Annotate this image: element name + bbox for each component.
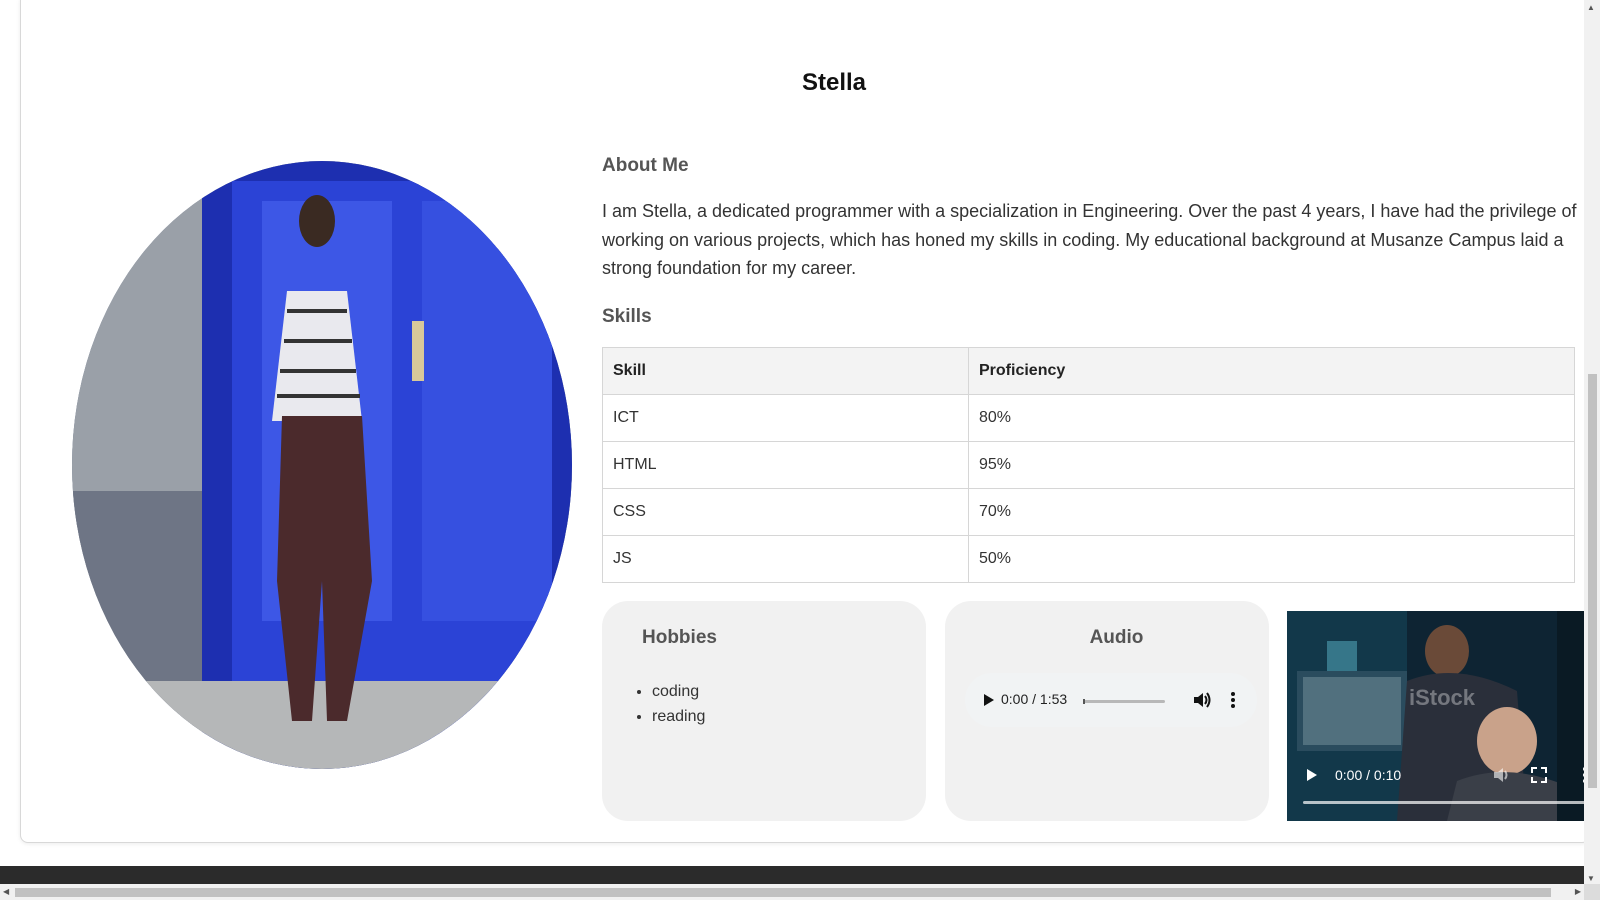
video-watermark: iStock [1409, 685, 1476, 710]
audio-seek-thumb[interactable] [1083, 699, 1085, 704]
audio-heading: Audio [1089, 627, 1144, 648]
proficiency-cell: 50% [968, 535, 1575, 583]
more-vertical-icon[interactable] [1223, 690, 1243, 710]
proficiency-cell: 80% [968, 394, 1575, 442]
play-icon[interactable] [978, 690, 998, 710]
video-controls: 0:00 / 0:10 [1287, 757, 1600, 821]
profile-card: Stella About Me I am Stella, a dedicated… [20, 0, 1600, 843]
column-header-proficiency: Proficiency [968, 347, 1575, 395]
list-item: reading [652, 704, 705, 729]
proficiency-cell: 70% [968, 488, 1575, 536]
audio-player[interactable]: 0:00 / 1:53 [965, 673, 1257, 727]
scrollbar-corner [1584, 884, 1600, 900]
table-row: ICT 80% [602, 394, 1575, 442]
scroll-right-icon[interactable]: ▶ [1575, 887, 1581, 896]
hobbies-list: coding reading [652, 679, 705, 729]
table-row: CSS 70% [602, 488, 1575, 536]
fullscreen-icon[interactable] [1529, 765, 1549, 785]
horizontal-scrollbar[interactable]: ◀ ▶ [0, 884, 1584, 900]
audio-panel: Audio 0:00 / 1:53 [945, 601, 1269, 821]
skill-cell: ICT [602, 394, 969, 442]
list-item: coding [652, 679, 705, 704]
skill-cell: HTML [602, 441, 969, 489]
scroll-down-icon[interactable]: ▼ [1587, 874, 1595, 883]
skills-table: Skill Proficiency ICT 80% HTML 95% CSS 7… [602, 347, 1575, 583]
table-row: HTML 95% [602, 441, 1575, 489]
table-header-row: Skill Proficiency [602, 347, 1575, 395]
volume-icon[interactable] [1491, 765, 1511, 785]
skill-cell: CSS [602, 488, 969, 536]
play-icon[interactable] [1301, 765, 1321, 785]
skills-heading: Skills [602, 306, 652, 327]
scroll-left-icon[interactable]: ◀ [3, 887, 9, 896]
profile-name: Stella [801, 69, 867, 96]
audio-seek-slider[interactable] [1083, 699, 1165, 704]
video-player[interactable]: iStock 0:00 / 0:10 [1287, 611, 1600, 821]
column-header-skill: Skill [602, 347, 969, 395]
video-seek-slider[interactable] [1303, 801, 1591, 804]
profile-photo [72, 161, 572, 769]
video-time: 0:00 / 0:10 [1335, 767, 1402, 783]
page-footer [0, 866, 1584, 886]
skill-cell: JS [602, 535, 969, 583]
scroll-up-icon[interactable]: ▲ [1587, 3, 1595, 12]
horizontal-scroll-thumb[interactable] [15, 888, 1551, 897]
vertical-scrollbar[interactable]: ▲ ▼ [1584, 0, 1600, 884]
table-row: JS 50% [602, 535, 1575, 583]
page: Stella About Me I am Stella, a dedicated… [0, 0, 1600, 900]
volume-icon[interactable] [1191, 690, 1211, 710]
profile-photo-illustration [72, 161, 572, 769]
hobbies-heading: Hobbies [642, 627, 717, 648]
vertical-scroll-thumb[interactable] [1588, 374, 1597, 788]
hobbies-panel: Hobbies coding reading [602, 601, 926, 821]
about-text: I am Stella, a dedicated programmer with… [602, 201, 1577, 278]
about-heading: About Me [602, 155, 689, 176]
audio-time: 0:00 / 1:53 [1001, 691, 1068, 707]
proficiency-cell: 95% [968, 441, 1575, 489]
